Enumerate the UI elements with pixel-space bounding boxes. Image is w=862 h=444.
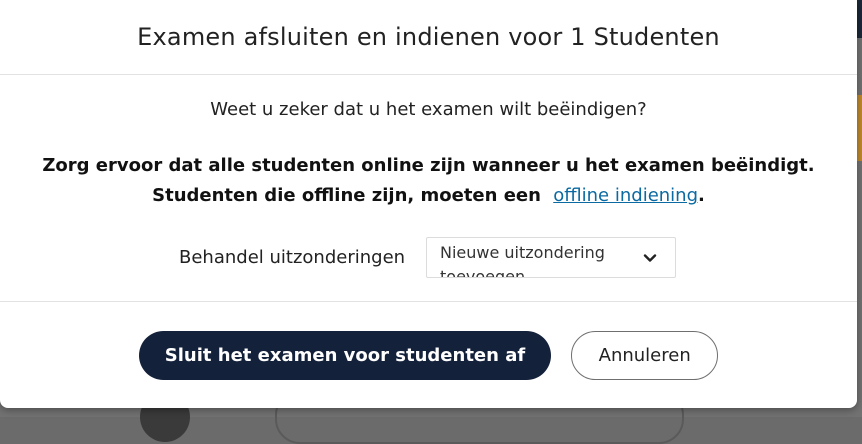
offline-warning: Zorg ervoor dat alle studenten online zi… [10,151,847,211]
cancel-button[interactable]: Annuleren [571,331,719,380]
modal-header: Examen afsluiten en indienen voor 1 Stud… [0,0,857,75]
modal-title: Examen afsluiten en indienen voor 1 Stud… [137,23,720,51]
modal-body: Weet u zeker dat u het examen wilt beëin… [0,75,857,302]
end-exam-modal: Examen afsluiten en indienen voor 1 Stud… [0,0,857,408]
chevron-down-icon [643,254,657,262]
exceptions-select-value: Nieuwe uitzondering toevoegen [440,243,605,278]
exceptions-select[interactable]: Nieuwe uitzondering toevoegen [426,237,676,278]
offline-warning-end: . [698,185,705,206]
exceptions-row: Behandel uitzonderingen Nieuwe uitzonder… [179,237,676,278]
exceptions-label: Behandel uitzonderingen [179,247,406,268]
offline-submission-link[interactable]: offline indiening [553,185,698,206]
end-exam-button[interactable]: Sluit het examen voor studenten af [138,331,552,380]
confirm-question: Weet u zeker dat u het examen wilt beëin… [210,99,647,120]
modal-footer: Sluit het examen voor studenten af Annul… [0,302,857,408]
